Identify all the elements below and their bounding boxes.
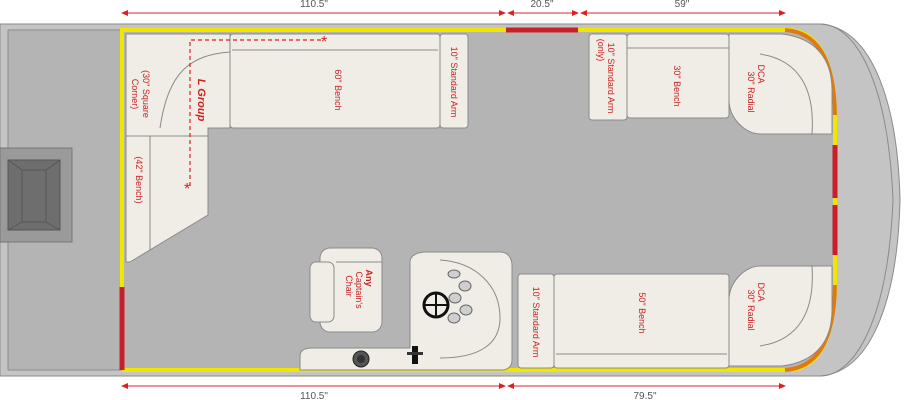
l-group-star-top: * — [321, 34, 327, 51]
dimension-bottom-left: 110.5" — [300, 391, 328, 400]
label-captain-line2: Captain's — [354, 271, 364, 309]
label-bench-42: (42" Bench) — [134, 156, 144, 203]
label-corner-line2: Corner) — [130, 79, 140, 110]
label-bench-60: 60" Bench — [333, 69, 343, 110]
pontoon-floorplan: 110.5" 20.5" 59" 110.5" 79.5" * * L Grou… — [0, 0, 901, 400]
label-bench-30: 30" Bench — [672, 65, 682, 106]
label-captain-line3: Chair — [344, 275, 354, 297]
label-l-group: L Group — [195, 79, 207, 122]
label-captain-line1: Any — [364, 269, 374, 286]
stern-step-box — [0, 147, 73, 243]
dimension-top-mid: 20.5" — [530, 0, 553, 10]
label-std-arm-only-line2: (only) — [596, 39, 606, 62]
label-radial-top-line2: DCA — [756, 64, 766, 83]
dimension-top-right: 59" — [675, 0, 690, 10]
label-radial-bottom-line1: 30" Radial — [746, 289, 756, 330]
label-radial-top-line1: 30" Radial — [746, 71, 756, 112]
label-bench-50: 50" Bench — [637, 292, 647, 333]
label-radial-bottom-line2: DCA — [756, 282, 766, 301]
label-std-arm-bottom: 10" Standard Arm — [531, 287, 541, 358]
bow-bottom-seating — [517, 265, 833, 369]
dimension-bottom-right: 79.5" — [633, 391, 656, 400]
steering-wheel-icon — [422, 291, 450, 319]
dimension-top-left: 110.5" — [300, 0, 328, 10]
label-corner-line1: (30" Square — [141, 70, 151, 118]
label-std-arm-only-line1: 10" Standard Arm — [606, 43, 616, 114]
cupholder-icon — [352, 350, 370, 368]
l-group-star-bottom: * — [184, 181, 190, 198]
label-std-arm-top: 10" Standard Arm — [449, 47, 459, 118]
